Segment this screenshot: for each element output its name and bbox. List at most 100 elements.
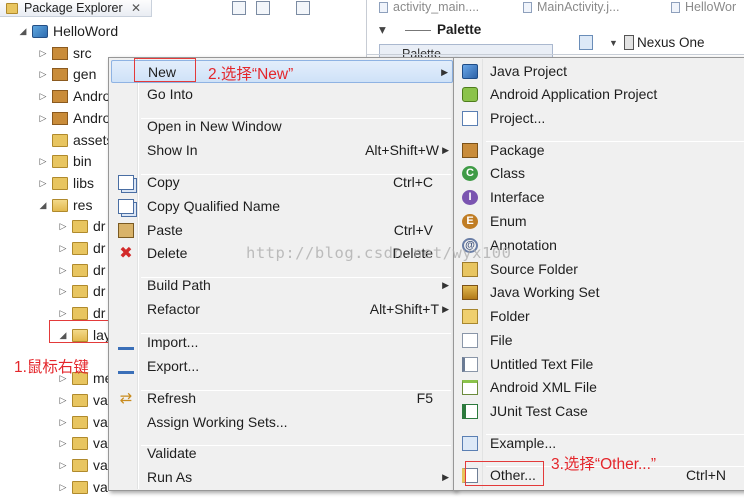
- new-submenu: Java Project Android Application Project P…: [453, 57, 744, 491]
- menu-item-shortcut: Ctrl+V: [393, 222, 433, 238]
- submenu-item-folder[interactable]: Folder: [456, 305, 744, 328]
- submenu-item-file[interactable]: File: [456, 329, 744, 352]
- collapsed-arrow-icon[interactable]: ▷: [58, 411, 68, 433]
- package-explorer-tab[interactable]: Package Explorer ✕: [0, 0, 152, 17]
- android-project-icon: [462, 87, 478, 102]
- menu-item-assign-working-sets[interactable]: Assign Working Sets...: [111, 411, 453, 434]
- submenu-arrow-icon: ▶: [442, 145, 449, 155]
- context-menu: New ▶ Go Into Open in New Window Show In Alt+…: [108, 57, 456, 491]
- submenu-item-project[interactable]: Project...: [456, 107, 744, 130]
- folder-icon: [72, 285, 88, 299]
- menu-item-paste[interactable]: Paste Ctrl+V: [111, 219, 453, 242]
- menu-item-label: Delete: [147, 245, 188, 261]
- submenu-item-label: Interface: [490, 189, 545, 205]
- collapsed-arrow-icon[interactable]: ▷: [58, 259, 68, 281]
- submenu-item-interface[interactable]: I Interface: [456, 186, 744, 209]
- tree-item-label: Andro: [73, 88, 111, 105]
- submenu-item-class[interactable]: C Class: [456, 162, 744, 185]
- menu-item-label: Assign Working Sets...: [147, 414, 288, 430]
- folder-icon: [462, 309, 478, 324]
- palette-header[interactable]: ▾ Palette: [375, 20, 539, 40]
- tree-item-label: va: [93, 391, 108, 408]
- submenu-item-enum[interactable]: E Enum: [456, 210, 744, 233]
- folder-icon: [72, 480, 88, 494]
- link-with-editor-icon[interactable]: [256, 1, 270, 15]
- menu-item-refactor[interactable]: Refactor Alt+Shift+T ▶: [111, 298, 453, 321]
- menu-item-run-as[interactable]: Run As ▶: [111, 466, 453, 489]
- collapsed-arrow-icon[interactable]: ▷: [38, 42, 48, 64]
- palette-title: Palette: [437, 22, 482, 37]
- editor-tab-main-activity[interactable]: MainActivity.j...: [523, 0, 619, 16]
- collapsed-arrow-icon[interactable]: ▷: [58, 454, 68, 476]
- watermark: http://blog.csdn.net/wyx100: [246, 244, 512, 262]
- menu-item-shortcut: Alt+Shift+W: [365, 142, 439, 158]
- chevron-down-icon[interactable]: ▼: [609, 32, 618, 54]
- folder-icon: [72, 242, 88, 255]
- library-icon: [52, 111, 68, 125]
- menu-item-shortcut: Ctrl+C: [392, 174, 433, 190]
- submenu-item-label: Enum: [490, 213, 527, 229]
- menu-item-validate[interactable]: Validate: [111, 442, 453, 465]
- folder-open-icon: [52, 198, 68, 212]
- view-menu-icon[interactable]: [296, 1, 310, 15]
- submenu-item-junit-test-case[interactable]: JUnit Test Case: [456, 400, 744, 423]
- menu-item-build-path[interactable]: Build Path ▶: [111, 274, 453, 297]
- folder-icon: [72, 459, 88, 472]
- menu-item-shortcut: F5: [416, 390, 433, 406]
- collapsed-arrow-icon[interactable]: ▷: [38, 63, 48, 85]
- config-icon[interactable]: [579, 35, 593, 50]
- menu-item-label: Paste: [147, 222, 183, 238]
- menu-item-shortcut: Alt+Shift+T: [369, 301, 439, 317]
- submenu-item-package[interactable]: Package: [456, 139, 744, 162]
- chevron-down-icon[interactable]: ▾: [379, 20, 386, 40]
- collapsed-arrow-icon[interactable]: ▷: [38, 172, 48, 194]
- export-icon: [118, 359, 134, 374]
- editor-tab-activity-main[interactable]: activity_main....: [379, 0, 479, 16]
- expanded-arrow-icon[interactable]: ◢: [38, 194, 48, 216]
- menu-item-go-into[interactable]: Go Into: [111, 83, 453, 106]
- menu-item-open-in-new-window[interactable]: Open in New Window: [111, 115, 453, 138]
- menu-item-show-in[interactable]: Show In Alt+Shift+W ▶: [111, 139, 453, 162]
- minimize-icon[interactable]: [232, 1, 246, 15]
- tree-item-label: dr: [93, 240, 106, 256]
- menu-item-import[interactable]: Import...: [111, 331, 453, 354]
- collapsed-arrow-icon[interactable]: ▷: [58, 432, 68, 454]
- submenu-item-java-project[interactable]: Java Project: [456, 60, 744, 83]
- menu-item-label: Validate: [147, 445, 197, 461]
- tree-item[interactable]: ◢ HelloWord: [18, 20, 340, 42]
- menu-item-copy-qualified-name[interactable]: Copy Qualified Name: [111, 195, 453, 218]
- editor-tab-label: MainActivity.j...: [537, 0, 620, 14]
- folder-icon: [52, 155, 68, 169]
- paste-icon: [118, 223, 134, 238]
- submenu-item-untitled-text-file[interactable]: Untitled Text File: [456, 353, 744, 376]
- menu-item-copy[interactable]: Copy Ctrl+C: [111, 171, 453, 194]
- text-file-icon: [462, 357, 478, 372]
- close-icon[interactable]: ✕: [131, 0, 141, 16]
- menu-item-export[interactable]: Export...: [111, 355, 453, 378]
- submenu-item-android-xml-file[interactable]: Android XML File: [456, 376, 744, 399]
- package-explorer-title: Package Explorer: [24, 1, 123, 15]
- editor-tab-helloword[interactable]: HelloWor: [671, 0, 736, 16]
- file-icon: [462, 333, 478, 348]
- collapsed-arrow-icon[interactable]: ▷: [58, 215, 68, 237]
- menu-item-refresh[interactable]: ⇄ Refresh F5: [111, 387, 453, 410]
- collapsed-arrow-icon[interactable]: ▷: [58, 389, 68, 411]
- expanded-arrow-icon[interactable]: ◢: [18, 20, 28, 42]
- tree-item-label: dr: [93, 261, 106, 278]
- menu-item-label: Show In: [147, 142, 198, 158]
- folder-icon: [72, 307, 88, 321]
- tree-item-label: va: [93, 457, 108, 473]
- collapsed-arrow-icon[interactable]: ▷: [58, 237, 68, 259]
- folder-icon: [72, 437, 88, 451]
- submenu-item-android-application-project[interactable]: Android Application Project: [456, 83, 744, 106]
- menu-item-label: Copy: [147, 174, 180, 190]
- collapsed-arrow-icon[interactable]: ▷: [38, 107, 48, 129]
- divider: [405, 30, 431, 31]
- tree-item-label: libs: [73, 174, 95, 191]
- menu-item-label: Go Into: [147, 86, 193, 102]
- collapsed-arrow-icon[interactable]: ▷: [58, 280, 68, 302]
- tree-item-label: dr: [93, 218, 106, 235]
- collapsed-arrow-icon[interactable]: ▷: [38, 150, 48, 172]
- collapsed-arrow-icon[interactable]: ▷: [38, 85, 48, 107]
- submenu-item-java-working-set[interactable]: Java Working Set: [456, 281, 744, 304]
